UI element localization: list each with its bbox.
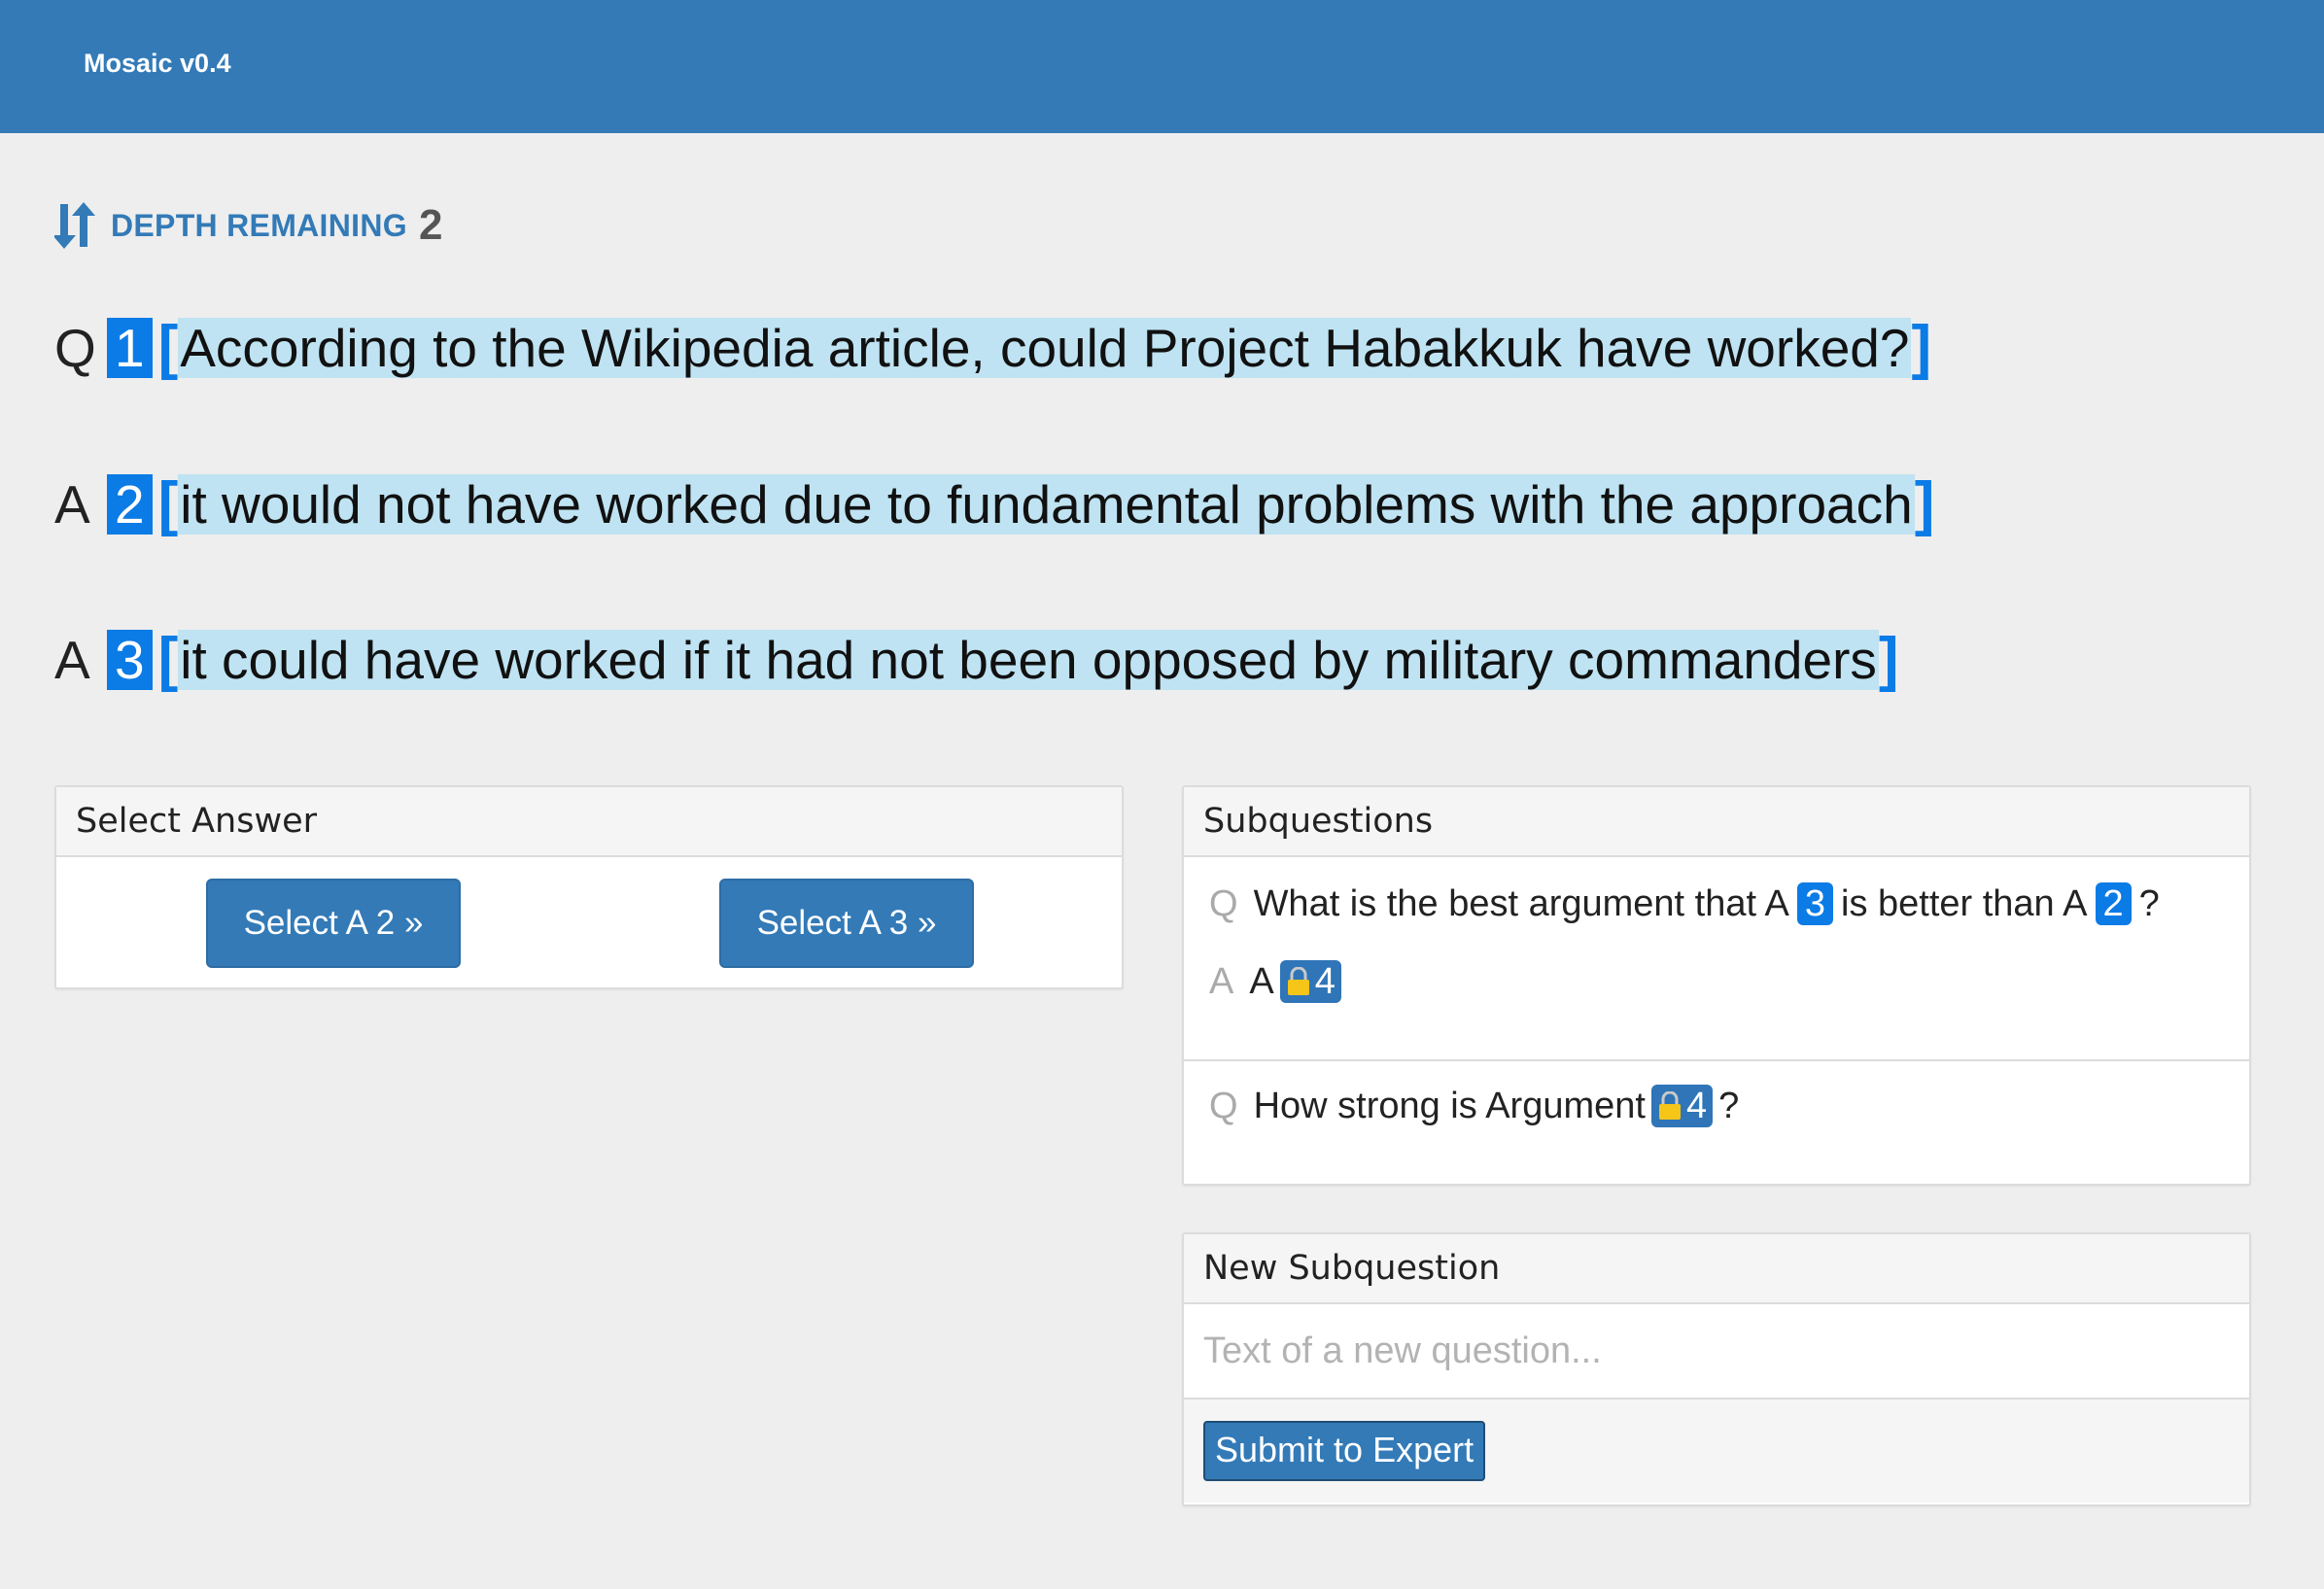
- bracket-open: [: [157, 626, 179, 693]
- locked-pointer-number: 4: [1685, 1086, 1708, 1126]
- bracket-open: [: [157, 314, 179, 381]
- question-text: According to the Wikipedia article, coul…: [178, 318, 1912, 378]
- locked-pointer[interactable]: 4: [1650, 1085, 1714, 1127]
- depth-value: 2: [418, 201, 443, 249]
- subanswer-text: A: [1249, 960, 1274, 1002]
- answer-marker: A: [1209, 960, 1234, 1002]
- pointer-badge[interactable]: 1: [107, 318, 153, 378]
- question-marker: Q: [1209, 1085, 1238, 1126]
- bracket-open: [: [157, 470, 179, 537]
- subquestions-panel: Subquestions Q What is the best argument…: [1182, 785, 2251, 1186]
- submit-to-expert-button[interactable]: Submit to Expert: [1203, 1421, 1486, 1481]
- panel-title: Subquestions: [1184, 787, 2249, 857]
- bracket-close: ]: [1911, 314, 1932, 381]
- select-answer-panel: Select Answer Select A 2 » Select A 3 »: [54, 785, 1124, 989]
- subquestion-question: Q How strong is Argument 4 ?: [1209, 1085, 1739, 1127]
- lock-icon: [1287, 967, 1309, 995]
- locked-pointer[interactable]: 4: [1279, 960, 1341, 1003]
- subquestion-text: is better than A: [1841, 882, 2088, 924]
- bracket-close: ]: [1878, 626, 1899, 693]
- pointer-badge[interactable]: 3: [1796, 882, 1833, 925]
- pointer-badge[interactable]: 2: [2095, 882, 2132, 925]
- subquestion-text: ?: [2138, 882, 2160, 924]
- bracket-close: ]: [1914, 470, 1935, 537]
- locked-pointer-number: 4: [1314, 961, 1335, 1002]
- depth-label: DEPTH REMAINING: [111, 207, 407, 243]
- divider: [1184, 1059, 2249, 1061]
- subquestion-answer: A A 4: [1209, 960, 1347, 1003]
- answer-text: it could have worked if it had not been …: [178, 630, 1879, 690]
- answer-prefix: A: [54, 630, 90, 690]
- answer-prefix: A: [54, 474, 90, 535]
- subquestion-text: What is the best argument that A: [1253, 882, 1789, 924]
- question-line: Q 1 [ According to the Wikipedia article…: [54, 316, 1931, 380]
- new-subquestion-panel: New Subquestion Submit to Expert: [1182, 1232, 2251, 1506]
- answer-line: A 2 [ it would not have worked due to fu…: [54, 472, 1934, 536]
- panel-title: New Subquestion: [1184, 1234, 2249, 1304]
- subquestion-question: Q What is the best argument that A 3 is …: [1209, 882, 2160, 925]
- top-navbar: Mosaic v0.4: [0, 0, 2324, 133]
- panel-footer: Submit to Expert: [1184, 1398, 2249, 1503]
- subquestion-text: ?: [1718, 1085, 1740, 1126]
- question-marker: Q: [1209, 882, 1238, 924]
- question-prefix: Q: [54, 318, 96, 378]
- subquestion-text: How strong is Argument: [1253, 1085, 1646, 1126]
- new-question-input[interactable]: [1184, 1304, 2249, 1398]
- pointer-badge[interactable]: 3: [107, 630, 153, 690]
- lock-icon: [1658, 1091, 1681, 1120]
- panel-title: Select Answer: [56, 787, 1122, 857]
- answer-line: A 3 [ it could have worked if it had not…: [54, 628, 1899, 692]
- app-brand[interactable]: Mosaic v0.4: [84, 49, 231, 79]
- answer-text: it would not have worked due to fundamen…: [178, 474, 1915, 535]
- select-answer-2-button[interactable]: Select A 2 »: [206, 879, 461, 968]
- depth-indicator: DEPTH REMAINING 2: [54, 201, 442, 250]
- select-answer-3-button[interactable]: Select A 3 »: [719, 879, 974, 968]
- sort-arrows-icon: [54, 202, 95, 249]
- pointer-badge[interactable]: 2: [107, 474, 153, 535]
